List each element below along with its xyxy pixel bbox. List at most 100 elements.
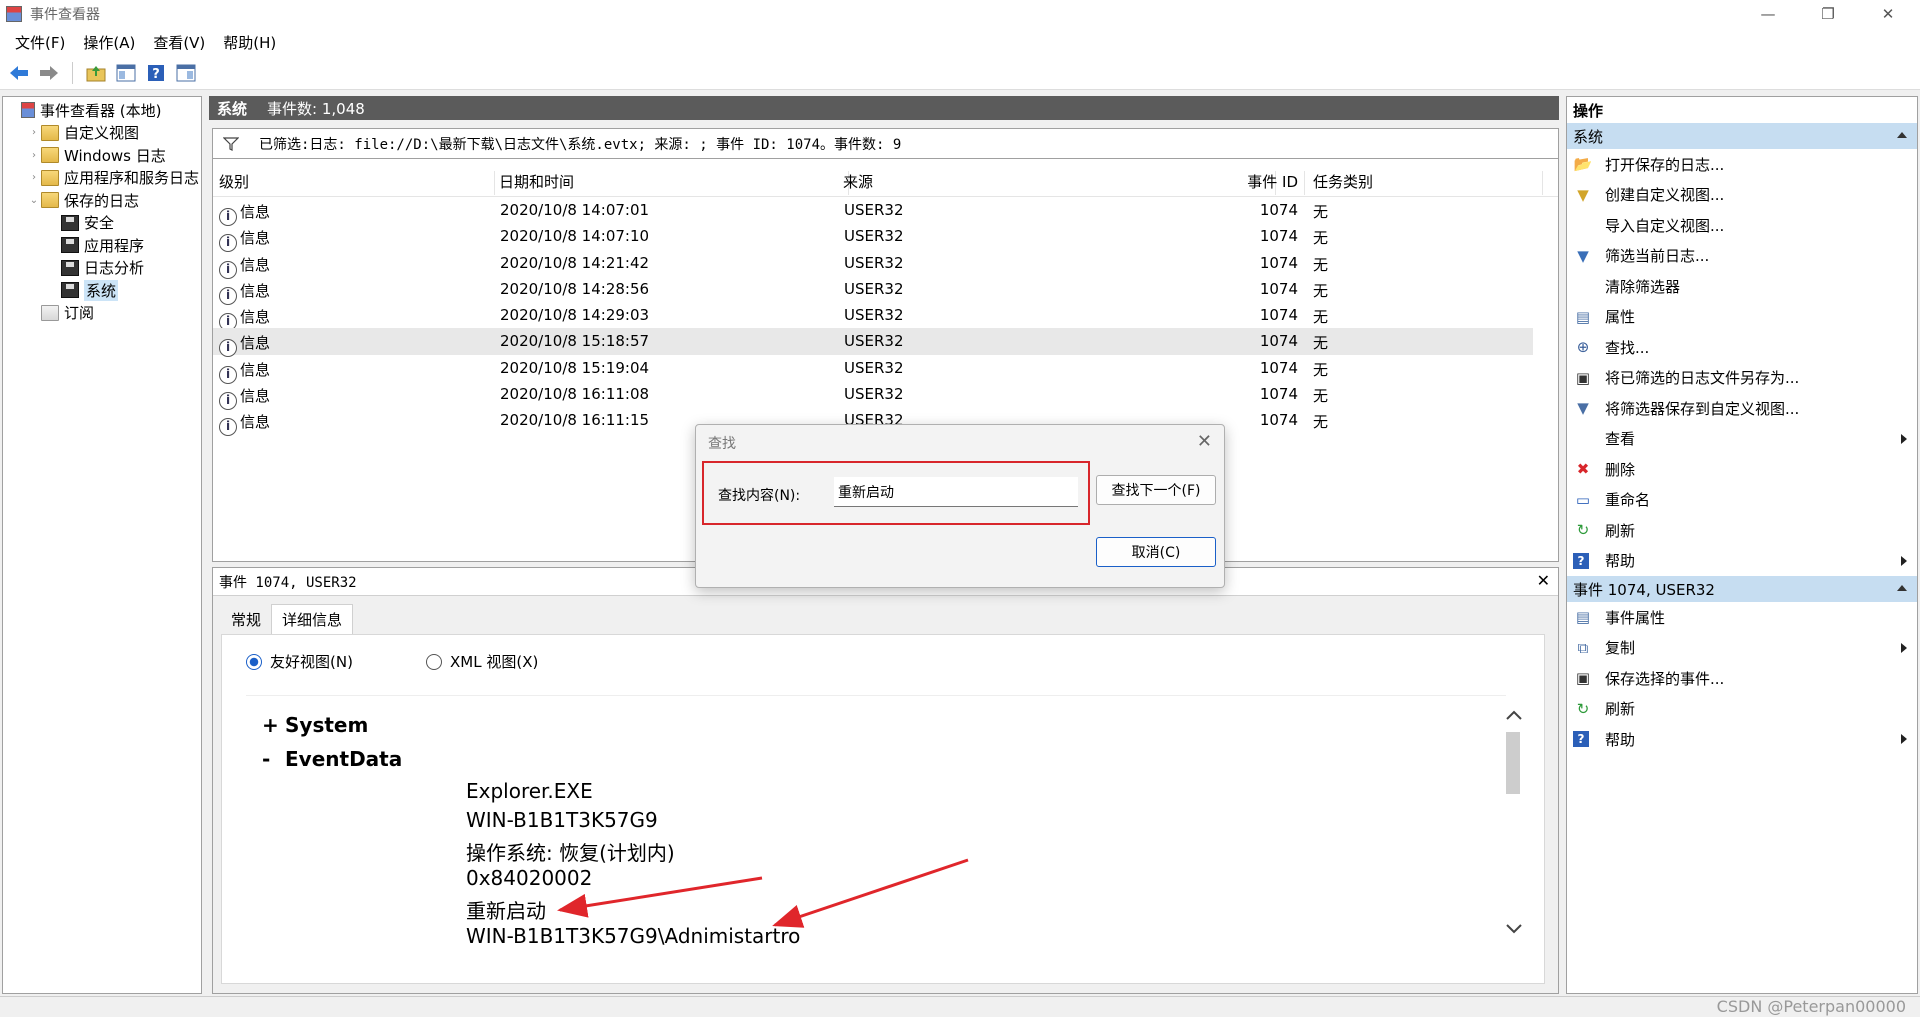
column-task-category[interactable]: 任务类别 [1313, 171, 1543, 195]
action-item[interactable]: ↻ 刷新 [1567, 515, 1917, 546]
menu-view[interactable]: 查看(V) [144, 32, 214, 53]
cell-datetime: 2020/10/8 14:07:10 [500, 227, 650, 246]
menu-file[interactable]: 文件(F) [6, 32, 74, 53]
tree-item-label: 保存的日志 [64, 191, 140, 210]
radio-friendly-label: 友好视图(N) [270, 653, 353, 671]
tree-item[interactable]: 日志分析 [3, 257, 201, 280]
menu-action[interactable]: 操作(A) [74, 32, 144, 53]
back-arrow-icon [10, 65, 28, 80]
tree-item-label: 日志分析 [84, 259, 145, 278]
table-row[interactable]: i 信息 2020/10/8 16:11:08 USER32 1074 无 [213, 381, 1533, 411]
table-row[interactable]: i 信息 2020/10/8 14:29:03 USER32 1074 无 [213, 302, 1533, 332]
tree-item[interactable]: › 应用程序和服务日志 [3, 167, 201, 190]
back-button[interactable] [6, 60, 32, 86]
action-item[interactable]: ▤ 属性 [1567, 302, 1917, 333]
action-label: 帮助 [1605, 730, 1636, 749]
tree-item-label: 订阅 [64, 304, 95, 323]
find-input[interactable] [834, 477, 1078, 507]
table-row[interactable]: i 信息 2020/10/8 14:07:01 USER32 1074 无 [213, 197, 1533, 226]
column-source[interactable]: 来源 [843, 171, 1276, 195]
show-tree-button[interactable] [113, 60, 139, 86]
cell-datetime: 2020/10/8 14:21:42 [500, 253, 650, 272]
tab-details[interactable]: 详细信息 [271, 604, 354, 634]
tree-item[interactable]: 安全 [3, 212, 201, 235]
status-bar: CSDN @Peterpan00000 [0, 996, 1920, 1017]
action-item[interactable]: ⧉ 复制 [1567, 633, 1917, 664]
properties-icon: ▤ [1575, 307, 1591, 326]
radio-selected-icon [246, 653, 262, 670]
action-item[interactable]: ▣ 将已筛选的日志文件另存为... [1567, 363, 1917, 394]
divider [246, 695, 1506, 696]
cell-datetime: 2020/10/8 14:29:03 [500, 306, 650, 325]
find-next-button[interactable]: 查找下一个(F) [1096, 475, 1216, 505]
minimize-button[interactable]: — [1740, 0, 1796, 28]
action-item[interactable]: 清除筛选器 [1567, 271, 1917, 302]
actions-section-system[interactable]: 系统 [1567, 123, 1917, 149]
tree-item-label: Windows 日志 [64, 146, 166, 165]
column-event-id[interactable]: 事件 ID [1213, 171, 1305, 195]
forward-button[interactable] [36, 60, 62, 86]
table-row[interactable]: i 信息 2020/10/8 14:21:42 USER32 1074 无 [213, 250, 1533, 279]
action-item[interactable]: ▼ 将筛选器保存到自定义视图... [1567, 393, 1917, 424]
action-item[interactable]: ▼ 筛选当前日志... [1567, 241, 1917, 272]
action-item[interactable]: ✖ 删除 [1567, 454, 1917, 485]
event-detail-pane: 事件 1074, USER32 ✕ 常规 详细信息 友好视图(N) XML 视图… [212, 567, 1559, 994]
expand-arrow-icon[interactable]: › [27, 172, 41, 183]
action-item[interactable]: 导入自定义视图... [1567, 210, 1917, 241]
tree-item-label: 系统 [84, 279, 119, 301]
action-label: 查看 [1605, 430, 1636, 449]
action-item[interactable]: ⊕ 查找... [1567, 332, 1917, 363]
action-item[interactable]: ? 帮助 [1567, 724, 1917, 755]
radio-friendly-view[interactable]: 友好视图(N) [246, 651, 353, 672]
disk-icon [61, 259, 79, 276]
action-item[interactable]: ▤ 事件属性 [1567, 602, 1917, 633]
up-folder-button[interactable] [83, 60, 109, 86]
tab-general[interactable]: 常规 [221, 604, 271, 634]
close-detail-icon[interactable]: ✕ [1537, 571, 1550, 590]
cell-event-id: 1074 [1259, 279, 1298, 298]
table-row[interactable]: i 信息 2020/10/8 15:19:04 USER32 1074 无 [213, 355, 1533, 384]
restore-button[interactable]: ❐ [1800, 0, 1856, 28]
folder-icon [41, 124, 59, 141]
menu-help[interactable]: 帮助(H) [214, 32, 285, 53]
expand-arrow-icon[interactable]: › [27, 150, 41, 161]
expand-arrow-icon[interactable]: › [27, 127, 41, 138]
tree-item[interactable]: 应用程序 [3, 234, 201, 257]
action-item[interactable]: 查看 [1567, 424, 1917, 455]
column-level[interactable]: 级别 [219, 171, 495, 195]
collapse-icon [1897, 132, 1907, 138]
radio-xml-view[interactable]: XML 视图(X) [426, 651, 538, 672]
close-button[interactable]: ✕ [1860, 0, 1916, 28]
expand-arrow-icon[interactable]: ⌄ [27, 195, 41, 206]
action-item[interactable]: ? 帮助 [1567, 546, 1917, 577]
tree-item[interactable]: 事件查看器 (本地) [3, 99, 201, 122]
dialog-close-icon[interactable]: ✕ [1197, 431, 1212, 452]
table-row[interactable]: i 信息 2020/10/8 14:28:56 USER32 1074 无 [213, 276, 1533, 305]
tree-item[interactable]: 系统 [3, 279, 201, 302]
column-datetime[interactable]: 日期和时间 [499, 171, 849, 195]
action-item[interactable]: ▼ 创建自定义视图... [1567, 180, 1917, 211]
detail-tabs: 常规 详细信息 [221, 604, 354, 634]
show-actions-button[interactable] [173, 60, 199, 86]
tree-item[interactable]: 订阅 [3, 302, 201, 325]
filter-create-icon: ▼ [1577, 185, 1589, 204]
table-row[interactable]: i 信息 2020/10/8 15:18:57 USER32 1074 无 [213, 328, 1533, 358]
action-item[interactable]: 📂 打开保存的日志... [1567, 149, 1917, 180]
actions-section-event[interactable]: 事件 1074, USER32 [1567, 576, 1917, 602]
event-detail-title: 事件 1074, USER32 [219, 574, 357, 591]
actions-list-event: ▤ 事件属性 ⧉ 复制 ▣ 保存选择的事件... ↻ 刷新? 帮助 [1567, 602, 1917, 755]
action-item[interactable]: ▣ 保存选择的事件... [1567, 663, 1917, 694]
cell-level: i 信息 [219, 385, 270, 411]
tree-item[interactable]: ⌄ 保存的日志 [3, 189, 201, 212]
tree-item[interactable]: › 自定义视图 [3, 122, 201, 145]
actions-pane: 操作 系统 📂 打开保存的日志... ▼ 创建自定义视图... 导入自定义视图... ▼ 筛… [1566, 96, 1918, 994]
cancel-button[interactable]: 取消(C) [1096, 537, 1216, 567]
table-row[interactable]: i 信息 2020/10/8 14:07:10 USER32 1074 无 [213, 223, 1533, 253]
tree-item[interactable]: › Windows 日志 [3, 144, 201, 167]
toolbar-separator [72, 61, 73, 84]
help-toolbar-button[interactable]: ? [143, 60, 169, 86]
action-item[interactable]: ▭ 重命名 [1567, 485, 1917, 516]
cell-source: USER32 [844, 385, 904, 404]
level-text: 信息 [240, 255, 271, 274]
action-item[interactable]: ↻ 刷新 [1567, 694, 1917, 725]
